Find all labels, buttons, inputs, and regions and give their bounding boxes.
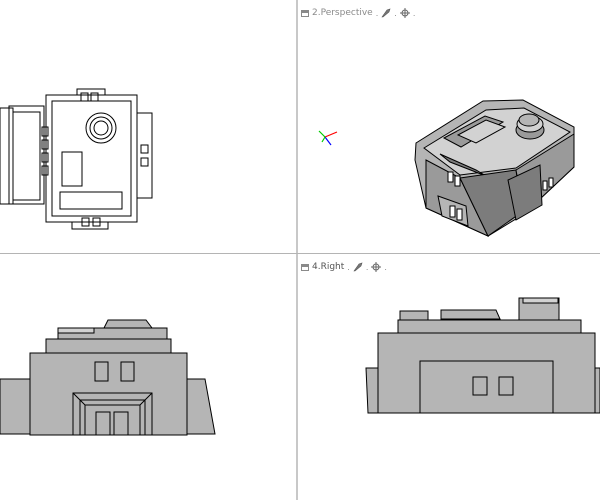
window xyxy=(472,376,488,396)
window xyxy=(94,361,109,382)
roof-cap xyxy=(103,319,153,329)
right-wing xyxy=(594,367,600,414)
viewport-front[interactable] xyxy=(0,254,296,500)
left-edge-panel xyxy=(0,107,14,205)
door-panel xyxy=(449,205,456,218)
viewport-right[interactable]: 4.Right . . . xyxy=(298,254,600,500)
left-wing-outer xyxy=(8,105,45,205)
roof-base xyxy=(397,319,582,334)
door-panel xyxy=(95,411,111,436)
left-tab xyxy=(41,139,49,150)
right-block xyxy=(136,112,153,199)
cylinder-top xyxy=(518,113,540,127)
door-panel xyxy=(456,208,463,221)
viewport-perspective[interactable]: 2.Perspective . . . xyxy=(298,0,600,253)
top-notch-tab xyxy=(80,92,89,102)
panel-slot xyxy=(61,151,83,187)
perspective-model xyxy=(318,99,575,238)
right-view-model xyxy=(365,297,600,414)
window xyxy=(542,180,548,191)
left-tab xyxy=(41,152,49,163)
left-tab xyxy=(41,126,49,137)
main-body-inner xyxy=(51,100,132,217)
upper-body xyxy=(45,338,172,354)
left-wing xyxy=(365,367,379,414)
viewport-top[interactable] xyxy=(0,0,296,253)
left-tab xyxy=(41,165,49,176)
viewport-horizontal-divider[interactable] xyxy=(0,253,600,254)
roof-block-right-cap xyxy=(522,297,559,304)
bottom-slot xyxy=(59,191,123,210)
axis-tripod-icon xyxy=(318,130,338,146)
roof-ridge xyxy=(57,327,95,334)
door-inner xyxy=(84,404,141,436)
window xyxy=(498,376,514,396)
door-panel xyxy=(113,411,129,436)
roof-block-left xyxy=(399,310,429,321)
top-notch-tab xyxy=(90,92,99,102)
bottom-notch xyxy=(71,221,109,230)
left-wing-inner xyxy=(12,111,41,201)
window xyxy=(548,177,554,188)
window xyxy=(447,171,454,183)
right-block-tab xyxy=(140,144,149,154)
roof-block-mid xyxy=(440,309,501,320)
front-view-model xyxy=(0,319,216,436)
port-ring-mid xyxy=(89,116,113,140)
viewport-vertical-divider[interactable] xyxy=(296,0,298,500)
window xyxy=(120,361,135,382)
window xyxy=(454,175,461,187)
right-block-tab xyxy=(140,157,149,167)
right-wing xyxy=(184,378,216,435)
top-view-model xyxy=(0,88,153,230)
port-ring-inner xyxy=(93,120,109,136)
